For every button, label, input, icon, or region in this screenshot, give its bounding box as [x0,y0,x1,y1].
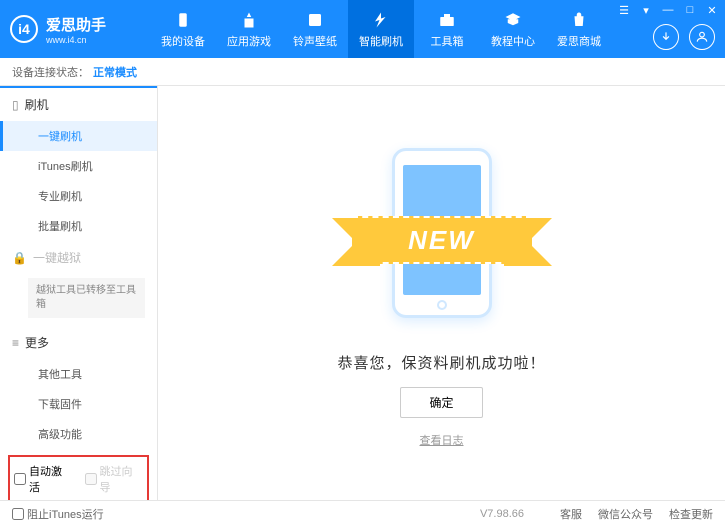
app-header: i4 爱思助手 www.i4.cn 我的设备 应用游戏 铃声壁纸 智能刷机 工具… [0,0,725,58]
footer-link-update[interactable]: 检查更新 [669,506,713,522]
ringtone-icon [305,10,325,30]
sidebar-section-more[interactable]: ≡ 更多 [0,326,157,359]
options-highlight-box: 自动激活 跳过向导 [8,455,149,500]
tab-my-device[interactable]: 我的设备 [150,0,216,58]
tab-tutorials[interactable]: 教程中心 [480,0,546,58]
close-button[interactable]: ✕ [705,4,719,17]
dropdown-icon[interactable]: ▾ [639,4,653,17]
sidebar-item-oneclick-flash[interactable]: 一键刷机 [0,121,157,151]
status-bar: 设备连接状态： 正常模式 [0,58,725,86]
logo-area: i4 爱思助手 www.i4.cn [10,14,150,45]
store-icon [569,10,589,30]
flash-icon [371,10,391,30]
header-actions [653,24,715,50]
sidebar-section-flash[interactable]: ▯ 刷机 [0,88,157,121]
sidebar-section-jailbreak: 🔒 一键越狱 [0,241,157,274]
lock-icon: 🔒 [12,251,27,265]
app-title: 爱思助手 [46,14,106,35]
minimize-button[interactable]: — [661,4,675,17]
sidebar-item-batch-flash[interactable]: 批量刷机 [0,211,157,241]
checkbox-auto-activate[interactable]: 自动激活 [14,463,73,495]
tab-smart-flash[interactable]: 智能刷机 [348,0,414,58]
menu-icon[interactable]: ☰ [617,4,631,17]
sidebar-item-itunes-flash[interactable]: iTunes刷机 [0,151,157,181]
app-subtitle: www.i4.cn [46,35,106,45]
apps-icon [239,10,259,30]
main-content: NEW 恭喜您，保资料刷机成功啦！ 确定 查看日志 [158,86,725,500]
checkbox-block-itunes[interactable]: 阻止iTunes运行 [12,506,104,522]
sidebar-item-other-tools[interactable]: 其他工具 [0,359,157,389]
toolbox-icon [437,10,457,30]
tab-apps-games[interactable]: 应用游戏 [216,0,282,58]
tutorial-icon [503,10,523,30]
sidebar-item-pro-flash[interactable]: 专业刷机 [0,181,157,211]
logo-icon: i4 [10,15,38,43]
device-icon [173,10,193,30]
sidebar-item-download-firmware[interactable]: 下载固件 [0,389,157,419]
version-label: V7.98.66 [480,508,524,520]
tab-toolbox[interactable]: 工具箱 [414,0,480,58]
success-message: 恭喜您，保资料刷机成功啦！ [337,352,545,373]
jailbreak-note: 越狱工具已转移至工具箱 [28,278,145,318]
footer: 阻止iTunes运行 V7.98.66 客服 微信公众号 检查更新 [0,500,725,527]
maximize-button[interactable]: □ [683,4,697,17]
new-ribbon: NEW [352,216,532,264]
ok-button[interactable]: 确定 [400,387,482,418]
footer-link-wechat[interactable]: 微信公众号 [598,506,653,522]
download-button[interactable] [653,24,679,50]
list-icon: ≡ [12,336,19,350]
user-button[interactable] [689,24,715,50]
tab-store[interactable]: 爱思商城 [546,0,612,58]
sidebar: ▯ 刷机 一键刷机 iTunes刷机 专业刷机 批量刷机 🔒 一键越狱 越狱工具… [0,86,158,500]
status-mode: 正常模式 [93,64,137,80]
footer-link-support[interactable]: 客服 [560,506,582,522]
checkbox-skip-guide[interactable]: 跳过向导 [85,463,144,495]
phone-icon: ▯ [12,98,19,112]
tab-ringtone-wallpaper[interactable]: 铃声壁纸 [282,0,348,58]
window-controls: ☰ ▾ — □ ✕ [617,4,719,17]
view-log-link[interactable]: 查看日志 [420,432,464,448]
status-label: 设备连接状态： [12,64,89,80]
sidebar-item-advanced[interactable]: 高级功能 [0,419,157,449]
success-illustration: NEW [362,138,522,338]
